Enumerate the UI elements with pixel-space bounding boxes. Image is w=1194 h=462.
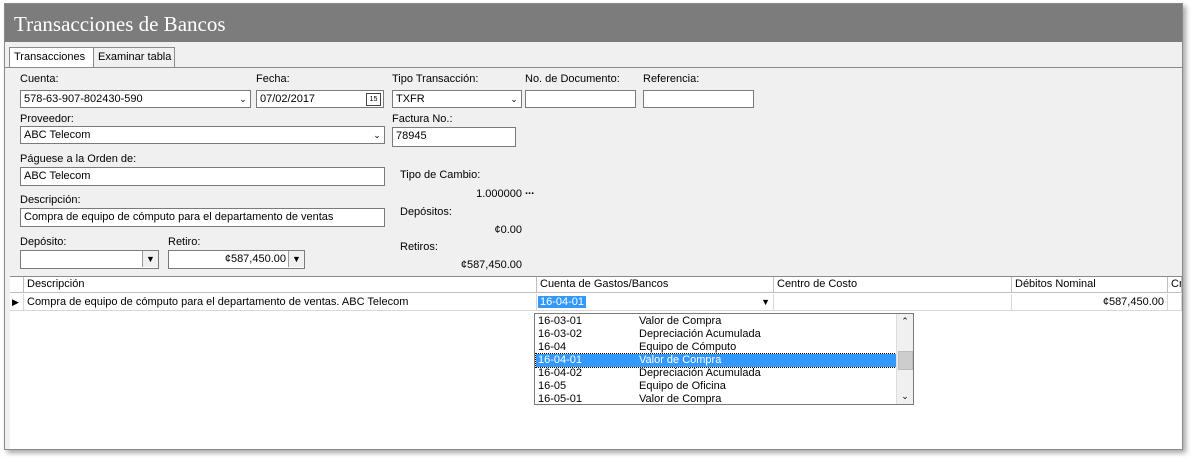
column-header-centro-costo[interactable]: Centro de Costo [774, 277, 1012, 293]
deposito-input[interactable]: ▼ [20, 250, 159, 269]
cell-cuenta-editor[interactable]: 16-04-01 ▼ [537, 294, 774, 311]
tab-label: Examinar tabla [98, 51, 172, 63]
depositos-label: Depósitos: [400, 206, 452, 218]
dropdown-item[interactable]: 16-03-01 Valor de Compra [536, 315, 896, 328]
dropdown-scrollbar[interactable]: ⌃ ⌄ [896, 314, 913, 404]
proveedor-label: Proveedor: [20, 113, 74, 125]
item-code: 16-03-01 [538, 315, 583, 327]
item-name: Equipo de Oficina [639, 380, 726, 392]
tipo-transaccion-select[interactable]: TXFR ⌄ [392, 90, 522, 108]
cell-creditos[interactable] [1168, 294, 1182, 311]
item-name: Equipo de Cómputo [639, 341, 737, 353]
cuenta-label: Cuenta: [20, 73, 59, 85]
column-header-cuenta[interactable]: Cuenta de Gastos/Bancos [537, 277, 774, 293]
cell-descripcion[interactable]: Compra de equipo de cómputo para el depa… [24, 294, 537, 311]
retiro-label: Retiro: [168, 236, 201, 248]
chevron-down-icon[interactable]: ⌄ [372, 130, 382, 140]
fecha-label: Fecha: [256, 73, 290, 85]
tab-examinar-tabla[interactable]: Examinar tabla [93, 47, 175, 67]
chevron-up-icon[interactable]: ⌃ [897, 314, 913, 329]
item-code: 16-04-02 [538, 367, 583, 379]
item-name: Depreciación Acumulada [639, 328, 761, 340]
tipo-cambio-value: 1.000000 [476, 188, 522, 200]
tipo-cambio-label: Tipo de Cambio: [400, 169, 481, 181]
item-name: Depreciación Acumulada [639, 367, 761, 379]
cell-cuenta-value: 16-04-01 [538, 296, 587, 308]
retiro-value: ¢587,450.00 [224, 253, 286, 265]
dropdown-item[interactable]: 16-05-01 Valor de Compra [536, 393, 896, 405]
dropdown-item[interactable]: 16-04 Equipo de Cómputo [536, 341, 896, 354]
cuenta-dropdown-list[interactable]: 16-03-01 Valor de Compra 16-03-02 Deprecia… [534, 313, 914, 405]
proveedor-value: ABC Telecom [24, 129, 91, 141]
retiro-input[interactable]: ¢587,450.00 ▼ [168, 250, 305, 269]
depositos-value: ¢0.00 [494, 224, 522, 236]
tab-transacciones[interactable]: Transacciones [9, 47, 95, 68]
fecha-date-picker[interactable]: 07/02/2017 15 [256, 90, 384, 108]
tipo-cambio-more-button[interactable]: ... [525, 185, 534, 197]
fecha-value: 07/02/2017 [260, 93, 316, 105]
descripcion-label: Descripción: [20, 194, 81, 206]
factura-label: Factura No.: [392, 113, 453, 125]
cuenta-value: 578-63-907-802430-590 [24, 93, 143, 105]
chevron-down-icon[interactable]: ▼ [142, 251, 158, 267]
dropdown-item[interactable]: 16-03-02 Depreciación Acumulada [536, 328, 896, 341]
tab-divider [5, 67, 1182, 68]
no-documento-label: No. de Documento: [525, 73, 620, 85]
item-code: 16-05 [538, 380, 567, 392]
window-title: Transacciones de Bancos [14, 12, 226, 36]
column-header-debitos[interactable]: Débitos Nominal [1012, 277, 1168, 293]
paguese-input[interactable]: ABC Telecom [20, 167, 385, 186]
item-code: 16-04-01 [538, 354, 583, 366]
cell-debitos[interactable]: ¢587,450.00 [1012, 294, 1168, 311]
item-code: 16-04 [538, 341, 567, 353]
item-name: Valor de Compra [639, 315, 722, 327]
calendar-icon[interactable]: 15 [366, 93, 381, 106]
column-header-creditos[interactable]: Cr [1168, 277, 1182, 293]
row-pointer-icon: ▶ [10, 294, 24, 311]
item-name: Valor de Compra [639, 393, 722, 405]
referencia-input[interactable] [643, 90, 754, 108]
chevron-down-icon[interactable]: ⌄ [238, 94, 248, 104]
dropdown-item[interactable]: 16-04-02 Depreciación Acumulada [536, 367, 896, 380]
deposito-label: Depósito: [20, 236, 67, 248]
grid-corner [10, 277, 24, 293]
item-code: 16-03-02 [538, 328, 583, 340]
item-code: 16-05-01 [538, 393, 583, 405]
column-header-descripcion[interactable]: Descripción [24, 277, 537, 293]
title-bar: Transacciones de Bancos [5, 4, 1182, 42]
retiros-value: ¢587,450.00 [460, 259, 522, 271]
chevron-down-icon[interactable]: ⌄ [897, 389, 913, 404]
chevron-down-icon[interactable]: ▼ [288, 251, 304, 267]
retiros-label: Retiros: [400, 241, 438, 253]
tipo-transaccion-value: TXFR [396, 93, 425, 105]
chevron-down-icon[interactable]: ▼ [761, 294, 770, 310]
cell-centro-costo[interactable] [774, 294, 1012, 311]
tab-label: Transacciones [14, 51, 86, 63]
dropdown-item-selected[interactable]: 16-04-01 Valor de Compra [535, 353, 897, 368]
factura-input[interactable]: 78945 [392, 127, 516, 147]
scrollbar-thumb[interactable] [898, 351, 913, 370]
item-name: Valor de Compra [639, 354, 722, 366]
paguese-label: Páguese a la Orden de: [20, 153, 137, 165]
cuenta-select[interactable]: 578-63-907-802430-590 ⌄ [20, 90, 251, 108]
no-documento-input[interactable] [525, 90, 636, 108]
chevron-down-icon[interactable]: ⌄ [509, 94, 519, 104]
descripcion-input[interactable]: Compra de equipo de cómputo para el depa… [20, 208, 385, 227]
referencia-label: Referencia: [643, 73, 700, 85]
dropdown-item[interactable]: 16-05 Equipo de Oficina [536, 380, 896, 393]
tipo-transaccion-label: Tipo Transacción: [392, 73, 479, 85]
proveedor-select[interactable]: ABC Telecom ⌄ [20, 126, 385, 144]
